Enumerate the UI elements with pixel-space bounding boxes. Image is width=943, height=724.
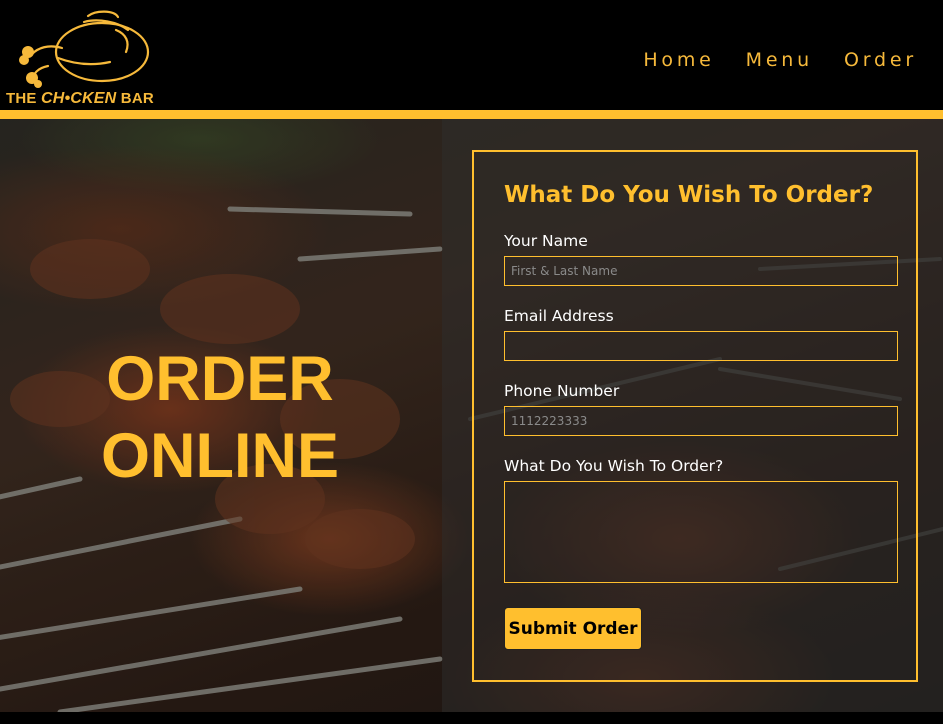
- logo-suffix: BAR: [116, 90, 154, 107]
- logo-mid: CH•CKEN: [40, 90, 117, 107]
- form-heading: What Do You Wish To Order?: [504, 182, 874, 208]
- email-label: Email Address: [504, 307, 614, 325]
- header-divider: [0, 110, 943, 119]
- logo-prefix: THE: [6, 90, 41, 107]
- name-label: Your Name: [504, 232, 588, 250]
- name-input[interactable]: [504, 256, 898, 286]
- phone-label: Phone Number: [504, 382, 620, 400]
- order-title-line2: ONLINE: [100, 421, 339, 491]
- main-nav: Home Menu Order: [643, 49, 917, 71]
- order-hero: ORDER ONLINE What Do You Wish To Order? …: [0, 119, 943, 712]
- email-input[interactable]: [504, 331, 898, 361]
- order-details-textarea[interactable]: [504, 481, 898, 583]
- order-details-label: What Do You Wish To Order?: [504, 457, 724, 475]
- order-title-line1: ORDER: [106, 344, 334, 414]
- nav-order-link[interactable]: Order: [844, 49, 917, 71]
- order-online-title: ORDER ONLINE: [0, 341, 440, 495]
- logo-wordmark: THE CH•CKEN BAR: [6, 90, 154, 108]
- site-header: THE CH•CKEN BAR Home Menu Order: [0, 0, 943, 110]
- site-logo[interactable]: THE CH•CKEN BAR: [4, 8, 174, 108]
- nav-menu-link[interactable]: Menu: [746, 49, 813, 71]
- submit-order-button[interactable]: Submit Order: [504, 607, 642, 650]
- phone-input[interactable]: [504, 406, 898, 436]
- order-form: What Do You Wish To Order? Your Name Ema…: [472, 150, 918, 682]
- bottom-bar: [0, 712, 943, 724]
- chicken-logo-icon: [19, 10, 150, 88]
- nav-home-link[interactable]: Home: [643, 49, 714, 71]
